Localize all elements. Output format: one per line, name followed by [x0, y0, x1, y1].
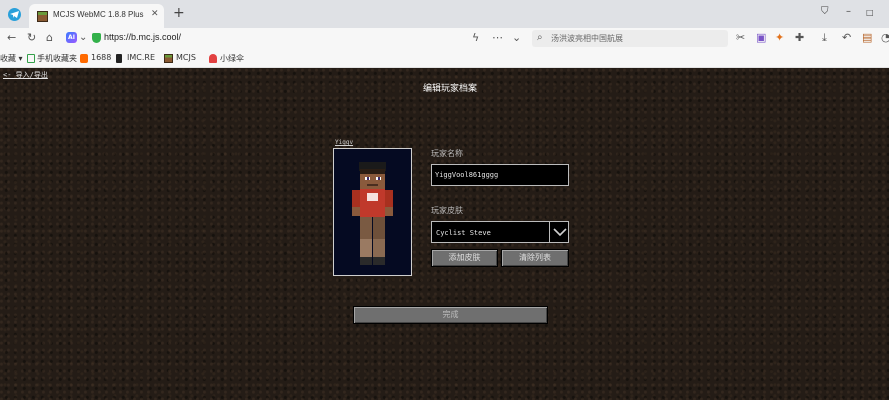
telegram-icon[interactable] — [8, 8, 21, 21]
scissors-icon[interactable]: ✂ — [736, 31, 745, 45]
bookmark-item[interactable]: 小绿伞 — [220, 53, 244, 64]
1688-icon — [80, 54, 88, 63]
security-shield-icon[interactable] — [92, 33, 101, 43]
address-bar[interactable]: https://b.mc.js.cool/ — [104, 32, 181, 42]
download-icon[interactable]: ⤓ — [822, 31, 827, 45]
briefcase-icon[interactable]: ▤ — [862, 31, 872, 45]
tab-title: MCJS WebMC 1.8.8 Plus — [53, 10, 144, 19]
bookmarks-menu[interactable]: 收藏 ▾ — [0, 53, 23, 64]
ai-assistant-icon[interactable]: AI — [66, 32, 77, 43]
screen-title: 编辑玩家档案 — [422, 84, 477, 94]
skin-selected-value: Cyclist Steve — [436, 229, 491, 237]
clear-list-button[interactable]: 清除列表 — [501, 249, 569, 267]
preview-player-label: Yiggv — [335, 139, 354, 146]
add-skin-button[interactable]: 添加皮肤 — [431, 249, 498, 267]
player-name-input[interactable]: YiggVool861gggg — [431, 164, 569, 186]
player-name-value: YiggVool861gggg — [435, 171, 499, 179]
undo-icon[interactable]: ↶ — [842, 31, 851, 45]
bookmark-item[interactable]: 手机收藏夹 — [37, 53, 77, 64]
player-model — [352, 162, 393, 265]
reload-icon[interactable]: ↻ — [27, 31, 36, 45]
search-icon: ⌕ — [537, 32, 543, 43]
player-skin-label: 玩家皮肤 — [431, 206, 463, 215]
chevron-down-icon[interactable]: ⌄ — [512, 31, 521, 45]
grass-block-icon — [164, 54, 173, 63]
profile-icon[interactable]: ◔ — [881, 31, 889, 45]
home-icon[interactable]: ⌂ — [46, 31, 53, 45]
skin-preview[interactable] — [333, 148, 412, 276]
import-export-link[interactable]: <- 导入/导出 — [3, 70, 48, 80]
bookmarks-bar: 收藏 ▾ 手机收藏夹 1688 IMC.RE MCJS 小绿伞 — [0, 49, 889, 68]
grass-block-icon — [37, 11, 48, 22]
skin-dropdown[interactable]: Cyclist Steve — [431, 221, 569, 243]
imc-icon — [116, 54, 122, 63]
phone-icon — [27, 54, 35, 63]
more-icon[interactable]: ⋯ — [492, 31, 503, 45]
search-placeholder: 汤洪波亮相中国航展 — [551, 34, 623, 43]
bookmark-item[interactable]: MCJS — [176, 53, 196, 62]
browser-tab[interactable]: MCJS WebMC 1.8.8 Plus ✕ — [29, 4, 164, 28]
new-tab-button[interactable]: + — [173, 5, 185, 21]
close-tab-icon[interactable]: ✕ — [151, 9, 159, 19]
tab-list-icon[interactable]: ⛉ — [821, 6, 829, 17]
game-canvas[interactable]: <- 导入/导出 编辑玩家档案 Yiggv 玩家名称 YiggVool861gg… — [0, 68, 889, 400]
dropdown-icon[interactable]: ⌄ — [79, 31, 87, 45]
done-button[interactable]: 完成 — [353, 306, 548, 324]
extension-orange-icon[interactable]: ✦ — [775, 31, 784, 45]
bookmark-item[interactable]: IMC.RE — [127, 53, 155, 62]
bookmark-item[interactable]: 1688 — [91, 53, 111, 62]
maximize-button[interactable]: □ — [866, 8, 874, 17]
chevron-down-icon[interactable] — [549, 222, 569, 242]
back-arrow-icon[interactable]: ← — [7, 31, 16, 45]
tab-bar: MCJS WebMC 1.8.8 Plus ✕ + ⛉ – □ — [0, 0, 889, 28]
search-input[interactable]: ⌕ 汤洪波亮相中国航展 — [532, 30, 728, 47]
puzzle-icon[interactable]: ✚ — [795, 31, 804, 45]
toolbar: ← ↻ ⌂ AI ⌄ https://b.mc.js.cool/ ϟ ⋯ ⌄ ⌕… — [0, 28, 889, 49]
flash-icon[interactable]: ϟ — [472, 31, 479, 45]
player-name-label: 玩家名称 — [431, 149, 463, 158]
minimize-button[interactable]: – — [846, 6, 851, 17]
extension-purple-icon[interactable]: ▣ — [756, 31, 766, 45]
umbrella-icon — [209, 54, 217, 63]
